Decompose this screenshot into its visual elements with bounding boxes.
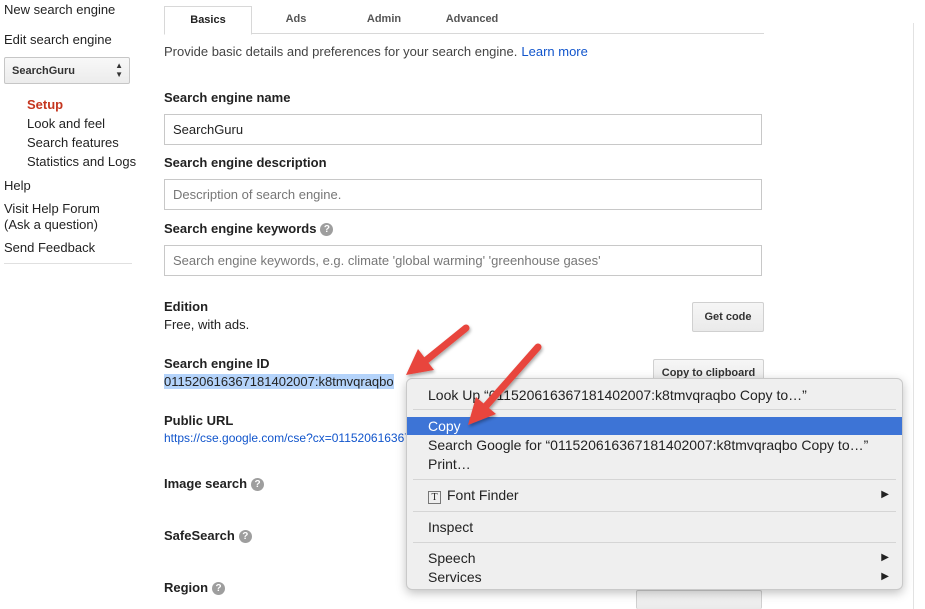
region-select[interactable] [636,590,762,609]
menu-item-print[interactable]: Print… [407,455,902,473]
public-url-link[interactable]: https://cse.google.com/cse?cx=0115206163… [164,431,412,445]
region-label-row: Region? [164,580,226,595]
scrollbar-track[interactable] [913,23,914,609]
menu-item-speech[interactable]: Speech ▶ [407,549,902,567]
get-code-button[interactable]: Get code [692,302,764,332]
submenu-arrow-icon: ▶ [881,571,889,582]
menu-item-copy[interactable]: Copy [407,417,902,435]
image-search-label: Image search [164,476,248,491]
intro-text: Provide basic details and preferences fo… [164,44,588,59]
font-finder-label: Font Finder [447,487,519,503]
new-search-engine-link[interactable]: New search engine [4,2,115,17]
services-label: Services [428,569,482,585]
learn-more-link[interactable]: Learn more [521,44,587,59]
region-help-icon[interactable]: ? [212,582,226,595]
font-finder-icon: T [428,491,441,504]
help-link[interactable]: Help [4,178,31,193]
engine-keywords-input[interactable] [164,245,762,276]
public-url-label: Public URL [164,413,234,428]
engine-id-label: Search engine ID [164,356,270,371]
send-feedback-link[interactable]: Send Feedback [4,240,95,255]
page: New search engine Edit search engine Sea… [0,0,925,609]
intro-description: Provide basic details and preferences fo… [164,44,518,59]
submenu-arrow-icon: ▶ [881,489,889,500]
engine-name-input[interactable] [164,114,762,145]
sidebar-divider [4,263,132,264]
region-label: Region [164,580,209,595]
menu-item-search-google[interactable]: Search Google for “011520616367181402007… [407,436,902,454]
select-arrows-icon: ▲ ▼ [115,61,123,79]
sidebar-item-statistics-and-logs[interactable]: Statistics and Logs [27,154,136,169]
edition-value: Free, with ads. [164,317,250,332]
menu-item-look-up[interactable]: Look Up “011520616367181402007:k8tmvqraq… [407,386,902,404]
tab-bar: Basics Ads Admin Advanced [164,6,764,35]
tab-basics[interactable]: Basics [164,6,252,35]
help-forum-link[interactable]: Visit Help Forum [4,201,100,216]
context-menu: Look Up “011520616367181402007:k8tmvqraq… [406,378,903,590]
engine-select-value: SearchGuru [12,65,75,77]
edition-label: Edition [164,299,209,314]
sidebar-item-setup[interactable]: Setup [27,97,63,112]
image-search-help-icon[interactable]: ? [251,478,265,491]
tab-advanced[interactable]: Advanced [434,6,510,34]
menu-item-inspect[interactable]: Inspect [407,518,902,536]
menu-item-font-finder[interactable]: T Font Finder ▶ [407,486,902,504]
menu-separator [413,479,896,480]
engine-description-label: Search engine description [164,155,327,170]
arrow-to-engine-id [406,324,470,375]
keywords-help-icon[interactable]: ? [320,223,334,236]
engine-id-value-row: 011520616367181402007:k8tmvqraqbo [164,374,394,389]
engine-id-value[interactable]: 011520616367181402007:k8tmvqraqbo [164,374,394,389]
menu-separator [413,511,896,512]
safesearch-label-row: SafeSearch? [164,528,252,543]
sidebar-item-search-features[interactable]: Search features [27,135,119,150]
speech-label: Speech [428,550,476,566]
edit-search-engine-link[interactable]: Edit search engine [4,32,112,47]
safesearch-help-icon[interactable]: ? [238,530,252,543]
menu-separator [413,409,896,410]
engine-description-input[interactable] [164,179,762,210]
submenu-arrow-icon: ▶ [881,552,889,563]
menu-item-services[interactable]: Services ▶ [407,568,902,586]
sidebar-item-look-and-feel[interactable]: Look and feel [27,116,105,131]
tab-admin[interactable]: Admin [350,6,418,34]
engine-keywords-label-row: Search engine keywords? [164,221,334,236]
safesearch-label: SafeSearch [164,528,235,543]
tab-ads[interactable]: Ads [264,6,328,34]
engine-name-label: Search engine name [164,90,291,105]
ask-question-link[interactable]: (Ask a question) [4,217,98,232]
engine-select[interactable]: SearchGuru ▲ ▼ [4,57,130,84]
menu-separator [413,542,896,543]
image-search-label-row: Image search? [164,476,265,491]
engine-keywords-label: Search engine keywords [164,221,317,236]
